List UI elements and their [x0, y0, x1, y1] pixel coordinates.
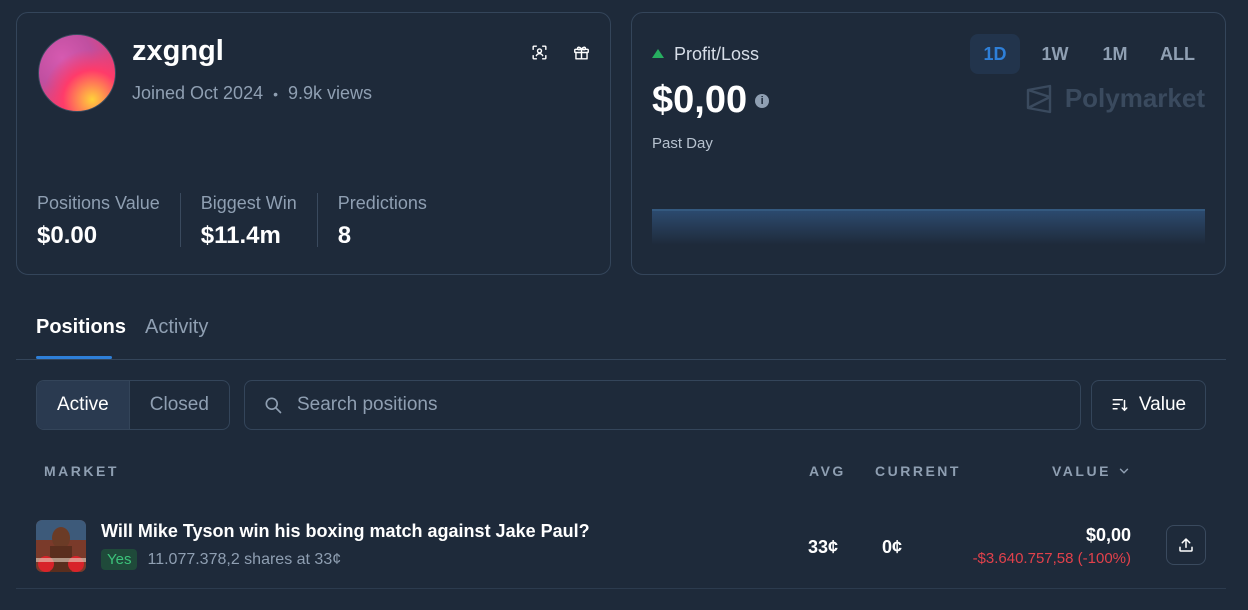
search-input[interactable]: [297, 394, 1057, 416]
stat-value: $0.00: [37, 222, 98, 249]
avatar: [38, 34, 116, 112]
current-price: 0¢: [882, 537, 903, 557]
sort-icon: [1112, 399, 1128, 412]
active-filter-button[interactable]: Active: [37, 381, 130, 429]
column-header-value-label: VALUE: [1052, 463, 1111, 479]
stat-label: Biggest Win: [200, 193, 297, 213]
joined-date: Joined Oct 2024: [132, 83, 264, 103]
chevron-down-icon: [1119, 468, 1129, 474]
scan-icon[interactable]: [528, 41, 550, 63]
range-1d[interactable]: 1D: [970, 34, 1020, 74]
polymarket-logo-icon: [1026, 84, 1052, 113]
gift-icon[interactable]: [570, 41, 592, 63]
pnl-value-row: $0,00 i: [652, 79, 770, 122]
view-count: 9.9k views: [288, 83, 373, 103]
stat-value: $11.4m: [200, 222, 281, 249]
polymarket-watermark: Polymarket: [1025, 83, 1205, 114]
status-toggle: Active Closed: [36, 380, 230, 430]
pnl-period: Past Day: [652, 135, 713, 152]
sort-label: Value: [1138, 394, 1187, 415]
stat-value: 8: [337, 222, 352, 249]
stat-label: Predictions: [337, 193, 427, 213]
range-selector: 1D 1W 1M ALL: [970, 34, 1205, 74]
stat-label: Positions Value: [37, 193, 160, 213]
table-row[interactable]: Will Mike Tyson win his boxing match aga…: [16, 505, 1226, 589]
pnl-label: Profit/Loss: [674, 44, 760, 64]
username: zxgngl: [132, 35, 224, 67]
search-box: [244, 380, 1081, 430]
profile-meta: Joined Oct 2024 • 9.9k views: [132, 83, 372, 104]
range-1w[interactable]: 1W: [1030, 34, 1080, 74]
column-header-value[interactable]: VALUE: [1052, 463, 1131, 479]
column-header-market: MARKET: [44, 463, 119, 479]
position-details: Yes 11.077.378,2 shares at 33¢: [101, 549, 341, 570]
pnl-header: Profit/Loss: [652, 44, 759, 65]
market-title[interactable]: Will Mike Tyson win his boxing match aga…: [101, 521, 590, 542]
brand-name: Polymarket: [1064, 83, 1205, 113]
range-1m[interactable]: 1M: [1090, 34, 1140, 74]
value-change: -$3.640.757,58 (-100%): [972, 550, 1131, 567]
range-all[interactable]: ALL: [1150, 34, 1205, 74]
upload-icon: [1179, 538, 1193, 552]
shares-text: 11.077.378,2 shares at 33¢: [147, 550, 342, 568]
tab-activity[interactable]: Activity: [145, 316, 208, 339]
sort-button[interactable]: Value: [1091, 380, 1206, 430]
column-header-avg[interactable]: AVG: [809, 463, 846, 479]
tab-bar: Positions Activity: [16, 300, 1226, 360]
up-triangle-icon: [652, 49, 664, 58]
profile-actions: [528, 41, 592, 63]
column-header-current[interactable]: CURRENT: [875, 463, 961, 479]
profile-stats: Positions Value $0.00 Biggest Win $11.4m…: [37, 193, 467, 249]
search-icon: [265, 397, 282, 414]
market-thumbnail: [36, 520, 86, 572]
stat-predictions: Predictions 8: [337, 193, 447, 249]
closed-filter-button[interactable]: Closed: [130, 381, 229, 429]
value-amount: $0,00: [1085, 525, 1131, 545]
avg-price: 33¢: [808, 537, 839, 557]
stat-positions-value: Positions Value $0.00: [37, 193, 181, 249]
active-tab-indicator: [36, 356, 112, 359]
stat-biggest-win: Biggest Win $11.4m: [200, 193, 318, 249]
pnl-value: $0,00: [652, 79, 748, 121]
profit-loss-card: Profit/Loss $0,00 i Past Day 1D 1W 1M AL…: [631, 12, 1226, 275]
share-button[interactable]: [1166, 525, 1206, 565]
info-icon[interactable]: i: [755, 93, 770, 108]
pnl-chart: [652, 209, 1205, 245]
profile-card: zxgngl Joined Oct 2024 • 9.9k views Posi…: [16, 12, 611, 275]
tab-positions[interactable]: Positions: [36, 316, 126, 339]
position-value: $0,00 -$3.640.757,58 (-100%): [973, 525, 1131, 567]
meta-separator: •: [273, 85, 278, 102]
outcome-badge: Yes: [101, 549, 138, 570]
